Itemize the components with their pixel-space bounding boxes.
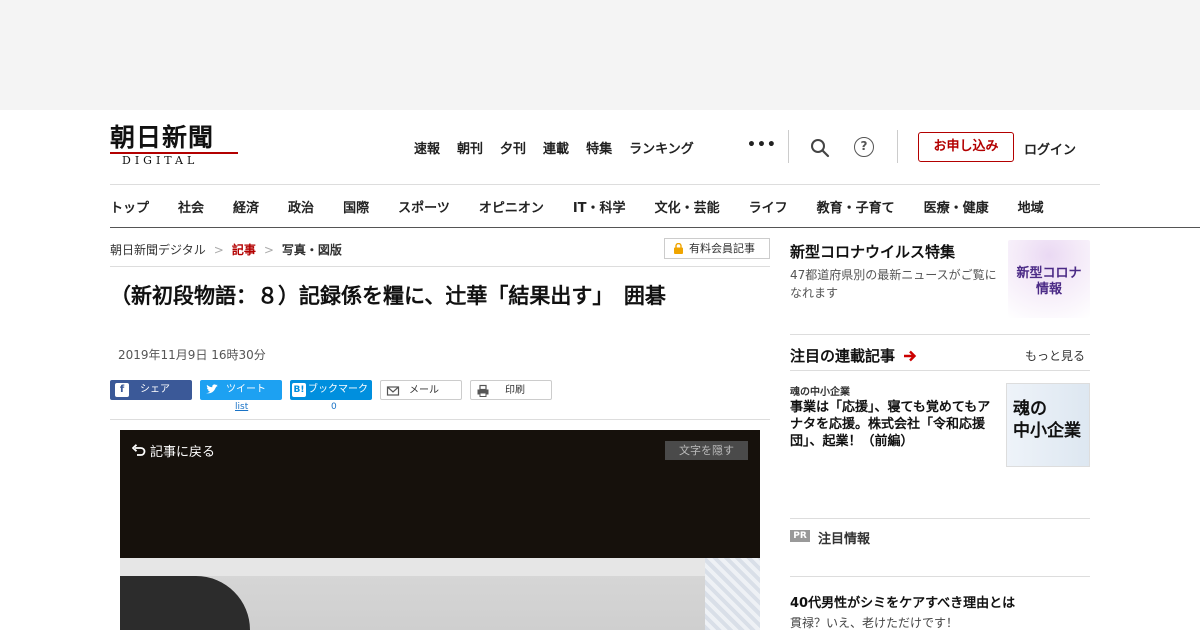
breadcrumb-section[interactable]: 記事 [232,241,256,258]
cat-sports[interactable]: スポーツ [398,197,450,216]
cat-politics[interactable]: 政治 [288,197,314,216]
hatena-bookmark-label: ブックマーク [308,384,368,395]
login-link[interactable]: ログイン [1024,139,1076,158]
mail-icon [386,386,400,396]
twitter-share-label: ツイート [226,384,266,395]
paid-member-label: 有料会員記事 [689,242,755,255]
cat-society[interactable]: 社会 [178,197,204,216]
paid-member-badge: 有料会員記事 [664,238,770,259]
featured-series-label: 注目の連載記事 [790,347,896,365]
header-divider [897,130,898,163]
divider [790,334,1090,335]
more-menu-icon[interactable]: ••• [747,137,777,153]
divider [110,266,770,267]
category-nav: トップ 社会 経済 政治 国際 スポーツ オピニオン IT・科学 文化・芸能 ラ… [110,186,1200,228]
site-logo[interactable]: 朝日新聞 DIGITAL [110,124,240,168]
breadcrumb: 朝日新聞デジタル > 記事 > 写真・図版 [110,241,342,258]
nav-rensai[interactable]: 連載 [543,138,569,157]
nav-choukan[interactable]: 朝刊 [457,138,483,157]
cat-international[interactable]: 国際 [343,197,369,216]
article-title: （新初段物語：８）記録係を糧に、辻華「結果出す」 囲碁 [110,284,666,308]
pr-article-title[interactable]: 40代男性がシミをケアすべき理由とは [790,592,1015,611]
series-tag: 魂の中小企業 [790,387,850,398]
cat-culture[interactable]: 文化・芸能 [655,197,720,216]
breadcrumb-home[interactable]: 朝日新聞デジタル [110,241,206,258]
cat-life[interactable]: ライフ [749,197,788,216]
cat-economy[interactable]: 経済 [233,197,259,216]
corona-feature-title[interactable]: 新型コロナウイルス特集 [790,241,955,262]
hatena-bookmark-button[interactable]: B! ブックマーク [290,380,372,400]
lock-icon [674,243,683,254]
hatena-share-count: 0 [331,402,337,412]
series-thumbnail[interactable]: 魂の 中小企業 [1006,383,1090,467]
print-button[interactable]: 印刷 [470,380,552,400]
mail-share-button[interactable]: メール [380,380,462,400]
nav-sokuho[interactable]: 速報 [414,138,440,157]
ad-banner-area [0,0,1200,110]
twitter-share-button[interactable]: ツイート [200,380,282,400]
back-to-article-label: 記事に戻る [150,445,216,460]
top-nav: 速報 朝刊 夕刊 連載 特集 ランキング [414,138,711,157]
pr-section-label: 注目情報 [818,532,871,547]
cat-top[interactable]: トップ [110,197,149,216]
back-arrow-icon [131,444,146,456]
hide-text-button[interactable]: 文字を隠す [665,441,748,460]
breadcrumb-current: 写真・図版 [281,243,342,257]
mail-share-label: メール [409,385,439,396]
nav-yukan[interactable]: 夕刊 [500,138,526,157]
featured-series-heading: 注目の連載記事 [790,345,917,366]
cat-education[interactable]: 教育・子育て [817,197,895,216]
pr-badge: PR [790,530,810,542]
cat-region[interactable]: 地域 [1018,197,1044,216]
divider [790,576,1090,577]
photo-subject [120,576,250,630]
photo-background-person [705,558,760,630]
header-divider [788,130,789,163]
nav-ranking[interactable]: ランキング [629,138,694,157]
corona-image-line1: 新型コロナ [1016,266,1082,281]
divider [790,370,1090,371]
corona-feature-desc: 47都道府県別の最新ニュースがご覧になれます [790,268,997,300]
nav-tokushu[interactable]: 特集 [586,138,612,157]
logo-japanese: 朝日新聞 [110,123,215,152]
facebook-share-button[interactable]: f シェア [110,380,192,400]
site-header: 朝日新聞 DIGITAL 速報 朝刊 夕刊 連載 特集 ランキング ••• ? … [110,110,1100,185]
cat-opinion[interactable]: オピニオン [479,197,544,216]
facebook-share-label: シェア [140,384,170,395]
series-thumb-line1: 魂の [1013,399,1047,419]
logo-english: DIGITAL [122,154,199,167]
corona-image-line2: 情報 [1035,282,1062,297]
twitter-share-count[interactable]: list [235,402,248,412]
print-label: 印刷 [505,385,525,396]
corona-feature-image[interactable]: 新型コロナ 情報 [1008,240,1090,318]
apply-button[interactable]: お申し込み [918,132,1014,162]
hatena-icon: B! [292,383,306,397]
article-date: 2019年11月9日 16時30分 [118,348,266,362]
back-to-article-link[interactable]: 記事に戻る [131,441,216,460]
cat-health[interactable]: 医療・健康 [924,197,989,216]
series-article-link[interactable]: 事業は「応援」、寝ても覚めてもアナタを応援。株式会社「令和応援団」、起業！（前編… [790,399,1002,450]
facebook-icon: f [115,383,129,397]
arrow-right-icon [904,350,917,362]
twitter-bird-icon [206,384,218,394]
cat-it-science[interactable]: IT・科学 [573,197,626,216]
printer-icon [477,384,489,397]
breadcrumb-separator: > [213,242,224,257]
see-more-link[interactable]: もっと見る [1025,347,1085,364]
breadcrumb-separator: > [263,242,274,257]
divider [790,518,1090,519]
photo-ceiling [120,558,760,576]
divider [110,419,770,420]
help-icon[interactable]: ? [854,137,874,157]
search-icon[interactable] [810,138,830,158]
series-thumb-line2: 中小企業 [1013,421,1081,441]
photo-viewer: 記事に戻る 文字を隠す [120,430,760,630]
pr-article-subtitle: 貫禄？いえ、老けただけです！ [790,616,959,630]
article-photo [120,558,760,630]
